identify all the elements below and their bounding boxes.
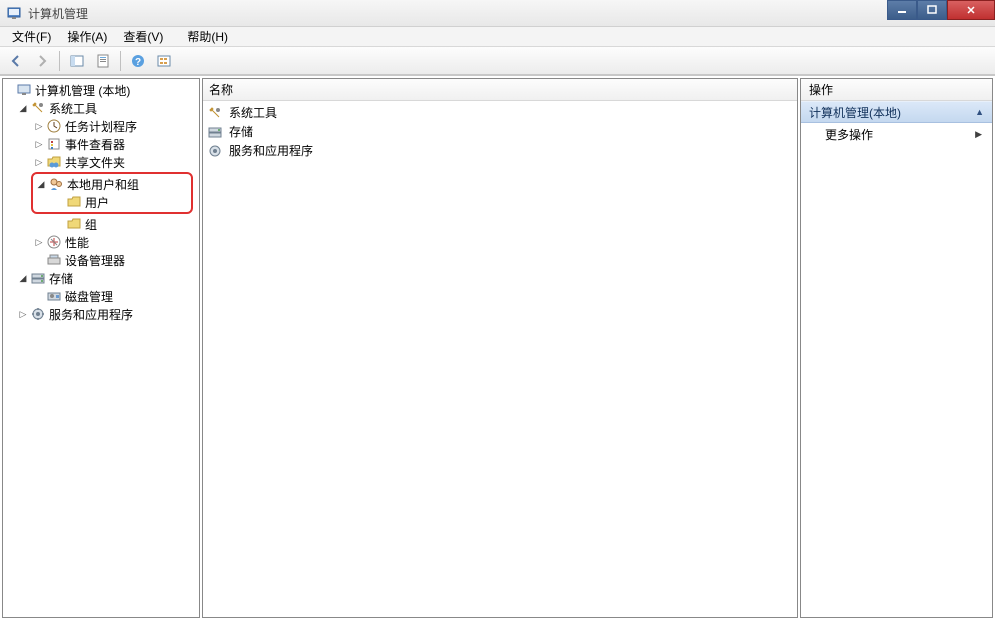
list-item[interactable]: 存储 bbox=[203, 122, 797, 141]
collapse-icon[interactable]: ◢ bbox=[35, 178, 47, 190]
spacer bbox=[3, 84, 15, 96]
tree-task-scheduler[interactable]: ▷ 任务计划程序 bbox=[3, 117, 199, 135]
toolbar: ? bbox=[0, 47, 995, 75]
users-groups-icon bbox=[48, 176, 64, 192]
menu-view[interactable]: 查看(V) bbox=[115, 26, 171, 47]
actions-section-label: 计算机管理(本地) bbox=[809, 104, 901, 121]
tree-local-users-groups[interactable]: ◢ 本地用户和组 bbox=[33, 175, 191, 193]
expand-icon[interactable]: ▷ bbox=[33, 236, 45, 248]
collapse-icon[interactable]: ◢ bbox=[17, 272, 29, 284]
storage-icon bbox=[30, 270, 46, 286]
help-button[interactable]: ? bbox=[126, 50, 150, 72]
tools-icon bbox=[30, 100, 46, 116]
back-button[interactable] bbox=[4, 50, 28, 72]
tree-label: 用户 bbox=[85, 194, 113, 211]
tree-label: 任务计划程序 bbox=[65, 118, 141, 135]
services-icon bbox=[30, 306, 46, 322]
device-icon bbox=[46, 252, 62, 268]
svg-text:?: ? bbox=[135, 57, 141, 68]
tree-label: 组 bbox=[85, 216, 101, 233]
tree-disk-management[interactable]: 磁盘管理 bbox=[3, 287, 199, 305]
app-icon bbox=[6, 5, 22, 21]
event-icon bbox=[46, 136, 62, 152]
list-header-name[interactable]: 名称 bbox=[203, 79, 797, 101]
chevron-up-icon: ▲ bbox=[975, 107, 984, 117]
actions-more[interactable]: 更多操作 ▶ bbox=[801, 123, 992, 145]
tree-device-manager[interactable]: 设备管理器 bbox=[3, 251, 199, 269]
highlight-annotation: ◢ 本地用户和组 用户 bbox=[31, 172, 193, 214]
tree-root[interactable]: 计算机管理 (本地) bbox=[3, 81, 199, 99]
tree-users[interactable]: 用户 bbox=[33, 193, 191, 211]
tools-icon bbox=[207, 105, 223, 121]
tree-label: 系统工具 bbox=[49, 100, 101, 117]
list-item[interactable]: 服务和应用程序 bbox=[203, 141, 797, 160]
list-item[interactable]: 系统工具 bbox=[203, 103, 797, 122]
tree-root-label: 计算机管理 (本地) bbox=[35, 82, 134, 99]
chevron-right-icon: ▶ bbox=[975, 129, 982, 140]
tree-services-apps[interactable]: ▷ 服务和应用程序 bbox=[3, 305, 199, 323]
column-header-label: 名称 bbox=[209, 81, 233, 98]
tree-label: 事件查看器 bbox=[65, 136, 129, 153]
performance-icon bbox=[46, 234, 62, 250]
actions-section[interactable]: 计算机管理(本地) ▲ bbox=[801, 101, 992, 123]
show-hide-tree-button[interactable] bbox=[65, 50, 89, 72]
actions-link-label: 更多操作 bbox=[825, 126, 873, 143]
services-icon bbox=[207, 143, 223, 159]
maximize-button[interactable] bbox=[917, 0, 947, 20]
tree-system-tools[interactable]: ◢ 系统工具 bbox=[3, 99, 199, 117]
window-title: 计算机管理 bbox=[28, 5, 88, 22]
forward-button[interactable] bbox=[30, 50, 54, 72]
expand-icon[interactable]: ▷ bbox=[33, 120, 45, 132]
actions-panel: 操作 计算机管理(本地) ▲ 更多操作 ▶ bbox=[800, 78, 993, 618]
export-button[interactable] bbox=[152, 50, 176, 72]
menu-action[interactable]: 操作(A) bbox=[59, 26, 115, 47]
menu-file[interactable]: 文件(F) bbox=[4, 26, 59, 47]
actions-header: 操作 bbox=[801, 79, 992, 101]
list-item-label: 服务和应用程序 bbox=[229, 142, 313, 159]
toolbar-separator bbox=[59, 51, 60, 71]
list-item-label: 存储 bbox=[229, 123, 253, 140]
computer-icon bbox=[16, 82, 32, 98]
close-button[interactable] bbox=[947, 0, 995, 20]
list-panel: 名称 系统工具 存储 服务和应用程序 bbox=[202, 78, 798, 618]
toolbar-separator bbox=[120, 51, 121, 71]
disk-icon bbox=[46, 288, 62, 304]
actions-header-label: 操作 bbox=[809, 81, 833, 98]
tree-panel[interactable]: 计算机管理 (本地) ◢ 系统工具 ▷ 任务计划程序 ▷ 事件查看器 ▷ 共享文… bbox=[2, 78, 200, 618]
clock-icon bbox=[46, 118, 62, 134]
tree-label: 磁盘管理 bbox=[65, 288, 117, 305]
tree-performance[interactable]: ▷ 性能 bbox=[3, 233, 199, 251]
shared-folder-icon bbox=[46, 154, 62, 170]
expand-icon[interactable]: ▷ bbox=[33, 156, 45, 168]
menu-bar: 文件(F) 操作(A) 查看(V) 帮助(H) bbox=[0, 27, 995, 47]
tree-label: 共享文件夹 bbox=[65, 154, 129, 171]
properties-button[interactable] bbox=[91, 50, 115, 72]
tree-shared-folders[interactable]: ▷ 共享文件夹 bbox=[3, 153, 199, 171]
minimize-button[interactable] bbox=[887, 0, 917, 20]
expand-icon[interactable]: ▷ bbox=[17, 308, 29, 320]
tree-event-viewer[interactable]: ▷ 事件查看器 bbox=[3, 135, 199, 153]
content-area: 计算机管理 (本地) ◢ 系统工具 ▷ 任务计划程序 ▷ 事件查看器 ▷ 共享文… bbox=[0, 75, 995, 620]
storage-icon bbox=[207, 124, 223, 140]
tree-label: 存储 bbox=[49, 270, 77, 287]
expand-icon[interactable]: ▷ bbox=[33, 138, 45, 150]
tree-label: 服务和应用程序 bbox=[49, 306, 137, 323]
folder-icon bbox=[66, 194, 82, 210]
tree-label: 本地用户和组 bbox=[67, 176, 143, 193]
list-item-label: 系统工具 bbox=[229, 104, 277, 121]
tree-label: 设备管理器 bbox=[65, 252, 129, 269]
folder-icon bbox=[66, 216, 82, 232]
tree-groups[interactable]: 组 bbox=[3, 215, 199, 233]
list-body: 系统工具 存储 服务和应用程序 bbox=[203, 101, 797, 162]
window-controls bbox=[887, 0, 995, 20]
tree-label: 性能 bbox=[65, 234, 93, 251]
collapse-icon[interactable]: ◢ bbox=[17, 102, 29, 114]
tree-storage[interactable]: ◢ 存储 bbox=[3, 269, 199, 287]
title-bar: 计算机管理 bbox=[0, 0, 995, 27]
menu-help[interactable]: 帮助(H) bbox=[179, 26, 236, 47]
